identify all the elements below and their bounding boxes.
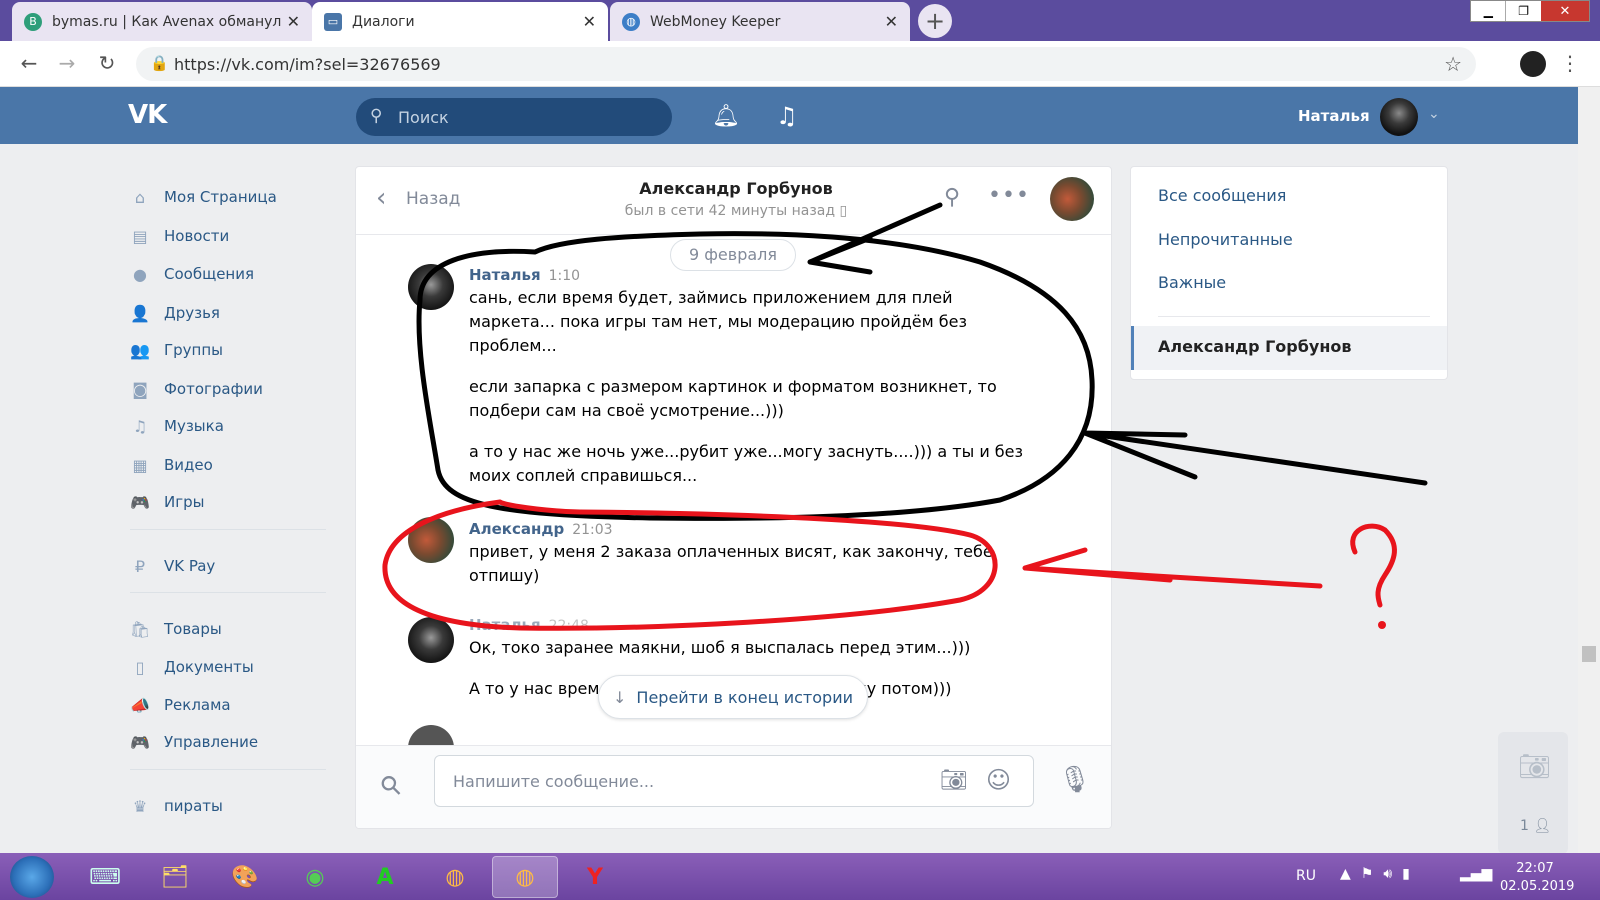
signal-icon[interactable]: ▂▄▆ — [1460, 866, 1492, 882]
chrome-icon[interactable]: ◍ — [430, 856, 480, 898]
chrome-active-icon[interactable]: ◍ — [492, 856, 558, 898]
yandex-icon[interactable]: Y — [570, 856, 620, 898]
clock-date: 02.05.2019 — [1500, 879, 1575, 894]
red-question-dot — [1378, 621, 1386, 629]
paint-icon[interactable]: 🎨 — [220, 856, 270, 898]
start-button[interactable] — [10, 856, 54, 898]
red-annotation-loop — [382, 499, 998, 631]
letter-a-app-icon[interactable]: A — [360, 856, 410, 898]
annotation-overlay — [382, 202, 1428, 631]
clock[interactable]: 22:07 02.05.2019 — [1500, 860, 1575, 896]
tray-icons[interactable]: ▲⚑🔊︎▮ — [1340, 866, 1420, 882]
network-app-icon[interactable]: ◉ — [290, 856, 340, 898]
keyboard-icon[interactable]: ⌨ — [80, 856, 130, 898]
red-arrow — [1022, 547, 1323, 589]
red-question-mark — [1350, 523, 1397, 608]
language-indicator[interactable]: RU — [1296, 868, 1316, 884]
black-arrow-right — [1082, 430, 1428, 486]
clock-time: 22:07 — [1516, 861, 1554, 876]
folders-icon[interactable]: 🗂 — [150, 856, 200, 898]
black-annotation-loop — [416, 231, 1095, 521]
